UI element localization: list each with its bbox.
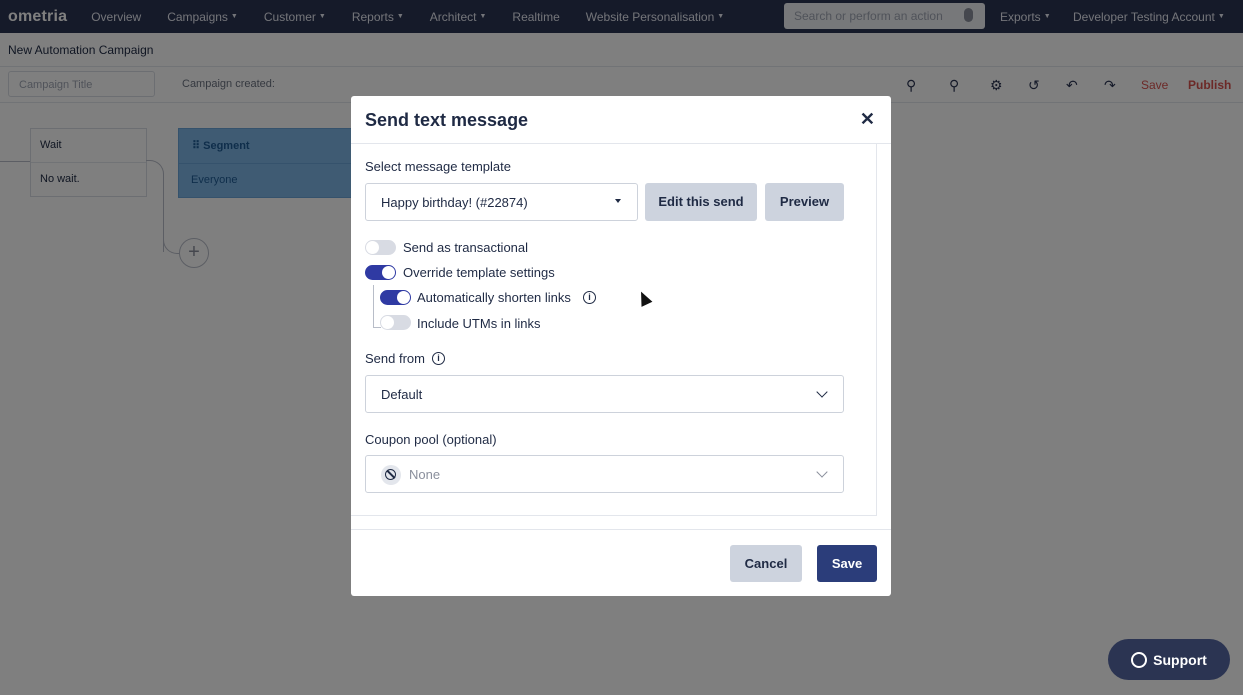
support-button[interactable]: Support: [1108, 639, 1230, 680]
coupon-pool-select[interactable]: None: [365, 455, 844, 493]
send-from-label: Send from: [365, 351, 425, 366]
save-button[interactable]: Save: [817, 545, 877, 582]
shorten-links-toggle[interactable]: [380, 290, 411, 305]
toggle-label: Send as transactional: [403, 240, 529, 255]
include-utms-toggle[interactable]: [380, 315, 411, 330]
edit-this-send-button[interactable]: Edit this send: [645, 183, 757, 221]
template-select[interactable]: Happy birthday! (#22874): [365, 183, 638, 221]
caret-down-icon: [615, 199, 621, 203]
send-text-message-dialog: Send text message ✕ Select message templ…: [351, 96, 891, 596]
coupon-pool-label: Coupon pool (optional): [365, 432, 497, 447]
chevron-down-icon: [816, 386, 828, 398]
info-icon[interactable]: i: [583, 291, 596, 304]
modal-footer: [351, 529, 891, 596]
toggle-label: Automatically shorten links: [417, 290, 571, 305]
send-as-transactional-toggle[interactable]: [365, 240, 396, 255]
modal-header: Send text message ✕: [351, 96, 891, 144]
toggle-label: Include UTMs in links: [417, 316, 541, 331]
modal-body: Select message template Happy birthday! …: [351, 144, 877, 516]
ban-icon: [381, 465, 401, 485]
override-template-settings-toggle[interactable]: [365, 265, 396, 280]
chevron-down-icon: [816, 466, 828, 478]
select-template-label: Select message template: [365, 159, 511, 174]
info-icon[interactable]: i: [432, 352, 445, 365]
cancel-button[interactable]: Cancel: [730, 545, 802, 582]
toggle-label: Override template settings: [403, 265, 555, 280]
preview-button[interactable]: Preview: [765, 183, 844, 221]
close-icon[interactable]: ✕: [860, 109, 875, 130]
chat-bubble-icon: [1131, 651, 1148, 668]
modal-title: Send text message: [365, 110, 529, 130]
send-from-select[interactable]: Default: [365, 375, 844, 413]
